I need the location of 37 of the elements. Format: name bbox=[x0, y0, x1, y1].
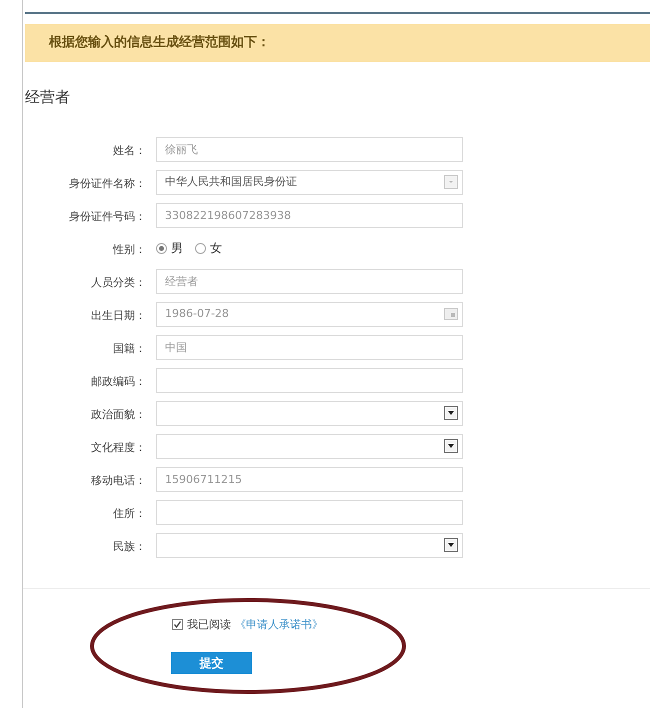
text-field[interactable] bbox=[156, 368, 463, 392]
select-field[interactable] bbox=[156, 434, 463, 458]
info-banner: 根据您输入的信息生成经营范围如下： bbox=[25, 24, 650, 62]
dropdown-icon[interactable] bbox=[444, 439, 458, 453]
field-label: 文化程度： bbox=[91, 441, 146, 454]
radio-option[interactable]: 女 bbox=[195, 239, 222, 257]
text-field[interactable]: 中国 bbox=[156, 334, 463, 360]
field-label: 姓名： bbox=[113, 144, 146, 157]
field-label: 移动电话： bbox=[91, 474, 146, 487]
field-label: 住所： bbox=[113, 507, 146, 520]
agreement-checkbox[interactable] bbox=[172, 619, 183, 630]
text-field[interactable]: 徐丽飞 bbox=[156, 136, 463, 162]
date-field[interactable]: 1986-07-28 bbox=[156, 302, 463, 326]
select-field[interactable] bbox=[156, 532, 463, 558]
submit-button[interactable]: 提交 bbox=[171, 652, 252, 674]
field-label: 性别： bbox=[113, 243, 146, 256]
text-field[interactable]: 经营者 bbox=[156, 268, 463, 294]
calendar-icon[interactable] bbox=[444, 308, 458, 320]
dropdown-icon[interactable] bbox=[444, 538, 458, 552]
field-label: 身份证件名称： bbox=[69, 177, 146, 190]
text-field[interactable] bbox=[156, 500, 463, 524]
radio-option[interactable]: 男 bbox=[156, 239, 183, 257]
text-field[interactable]: 15906711215 bbox=[156, 466, 463, 492]
field-label: 政治面貌： bbox=[91, 408, 146, 421]
field-label: 民族： bbox=[113, 540, 146, 553]
select-field[interactable] bbox=[156, 400, 463, 426]
field-label: 国籍： bbox=[113, 342, 146, 355]
agreement-text: 我已阅读 bbox=[187, 616, 231, 632]
field-label: 身份证件号码： bbox=[69, 210, 146, 223]
field-label: 人员分类： bbox=[91, 276, 146, 289]
dropdown-icon[interactable] bbox=[444, 406, 458, 420]
field-label: 邮政编码： bbox=[91, 375, 146, 388]
field-label: 出生日期： bbox=[91, 309, 146, 322]
commitment-link[interactable]: 《申请人承诺书》 bbox=[235, 616, 323, 633]
text-field[interactable]: 330822198607283938 bbox=[156, 202, 463, 228]
section-title: 经营者 bbox=[25, 87, 71, 108]
select-field[interactable]: 中华人民共和国居民身份证 bbox=[156, 170, 463, 194]
